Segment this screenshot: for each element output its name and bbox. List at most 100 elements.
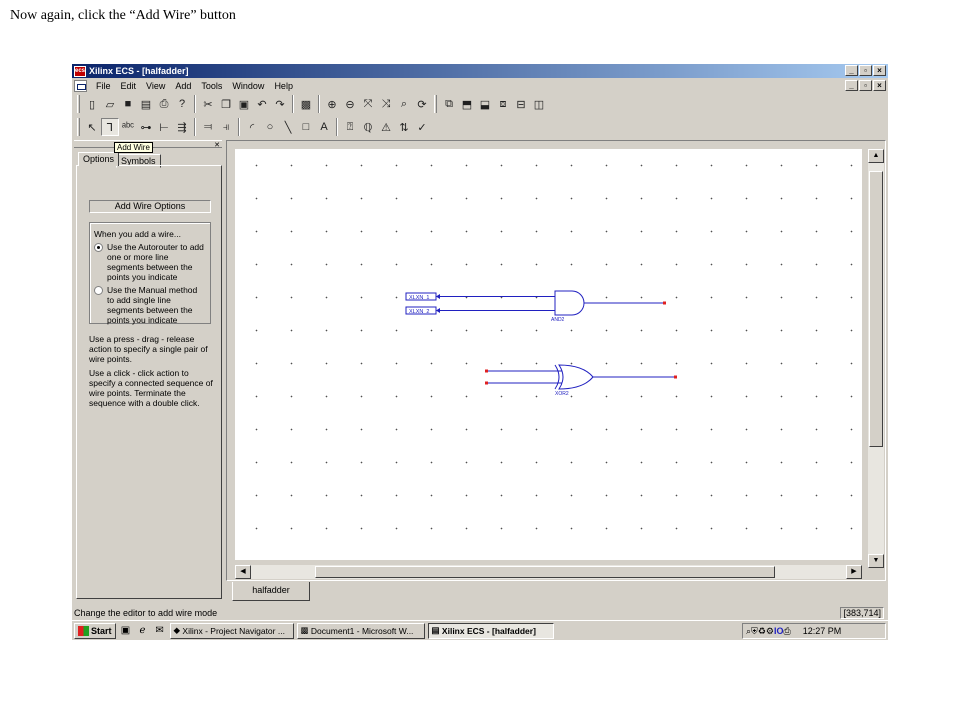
separator xyxy=(318,95,320,113)
draw-arc-icon[interactable]: ◜ xyxy=(243,118,261,136)
and-gate-group[interactable]: XLXN_1 XLXN_2 AND2 xyxy=(405,290,666,323)
save-all-icon[interactable]: ▤ xyxy=(137,95,155,113)
cascade-windows-icon[interactable]: ⧈ xyxy=(494,95,512,113)
minimize-button[interactable]: _ xyxy=(845,65,858,76)
draw-circle-icon[interactable]: ○ xyxy=(261,118,279,136)
new-file-icon[interactable]: ▯ xyxy=(83,95,101,113)
check-rules-icon[interactable]: ⚠ xyxy=(377,118,395,136)
xor-gate-group[interactable]: XOR2 xyxy=(485,364,677,397)
toolbar-grip[interactable] xyxy=(77,95,80,113)
zoom-out-icon[interactable]: ⊖ xyxy=(341,95,359,113)
manual-radio[interactable] xyxy=(94,286,103,295)
taskbar-word-document[interactable]: ▩ Document1 - Microsoft W... xyxy=(296,622,425,639)
schematic-canvas[interactable]: XLXN_1 XLXN_2 AND2 XOR2 xyxy=(235,149,862,560)
add-attribute-icon[interactable]: ⍰ xyxy=(341,118,359,136)
zoom-in-icon[interactable]: ⊕ xyxy=(323,95,341,113)
menu-view[interactable]: View xyxy=(141,81,170,91)
menu-tools[interactable]: Tools xyxy=(196,81,227,91)
vertical-scroll-thumb[interactable] xyxy=(869,171,883,447)
tile-vertical-icon[interactable]: ◫ xyxy=(530,95,548,113)
word-icon: ▩ xyxy=(300,625,311,635)
menu-file[interactable]: File xyxy=(91,81,116,91)
add-bus-tap-icon[interactable]: ⊢ xyxy=(155,118,173,136)
tab-halfadder[interactable]: halfadder xyxy=(232,582,310,601)
context-help-icon[interactable]: ? xyxy=(173,95,191,113)
toolbar-grip[interactable] xyxy=(434,95,437,113)
menu-bar: File Edit View Add Tools Window Help _ ▫… xyxy=(72,78,888,93)
refresh-icon[interactable]: ⟳ xyxy=(413,95,431,113)
doc-close-button[interactable]: × xyxy=(873,80,886,91)
zoom-fit-icon[interactable]: ⤨ xyxy=(377,95,395,113)
tray-recycle-icon[interactable]: ♻ xyxy=(758,626,766,637)
document-system-menu-icon[interactable] xyxy=(74,79,87,92)
draw-line-icon[interactable]: ╲ xyxy=(279,118,297,136)
restore-button[interactable]: ▫ xyxy=(859,65,872,76)
pin-end-marker xyxy=(485,369,488,373)
add-wire-button[interactable]: ⅂ xyxy=(101,118,119,136)
autorouter-radio[interactable] xyxy=(94,243,103,252)
xor-extra-curve xyxy=(554,364,560,390)
hierarchy-icon[interactable]: ⬓ xyxy=(476,95,494,113)
start-button[interactable]: Start xyxy=(74,622,116,639)
push-down-icon[interactable]: ⧉ xyxy=(440,95,458,113)
doc-restore-button[interactable]: ▫ xyxy=(859,80,872,91)
options-tab-body: Add Wire Options When you add a wire... … xyxy=(76,165,222,599)
move-updown-icon[interactable]: ⇅ xyxy=(395,118,413,136)
add-io-marker-icon[interactable]: ⇶ xyxy=(173,118,191,136)
select-arrow-icon[interactable]: ↖ xyxy=(83,118,101,136)
show-desktop-icon[interactable]: ▣ xyxy=(119,624,133,638)
toolbar-grip[interactable] xyxy=(77,118,80,136)
menu-edit[interactable]: Edit xyxy=(116,81,142,91)
manual-label: Use the Manual method to add single line… xyxy=(107,285,198,325)
zoom-full-icon[interactable]: ⤧ xyxy=(359,95,377,113)
close-button[interactable]: × xyxy=(873,65,886,76)
horizontal-scroll-thumb[interactable] xyxy=(315,566,775,578)
tray-network-icon[interactable]: ⚙ xyxy=(766,626,774,637)
add-symbol-icon[interactable]: ⫤ xyxy=(199,118,217,136)
doc-minimize-button[interactable]: _ xyxy=(845,80,858,91)
menu-window[interactable]: Window xyxy=(227,81,269,91)
menu-add[interactable]: Add xyxy=(170,81,196,91)
zoom-selection-icon[interactable]: ⌕ xyxy=(395,95,413,113)
taskbar-project-navigator[interactable]: ◆ Xilinx - Project Navigator ... xyxy=(169,622,294,639)
add-net-name-icon[interactable]: ᵃᵇᶜ xyxy=(119,118,137,136)
menu-help[interactable]: Help xyxy=(269,81,298,91)
separator xyxy=(292,95,294,113)
pop-up-icon[interactable]: ⬒ xyxy=(458,95,476,113)
add-text-icon[interactable]: A xyxy=(315,118,333,136)
scroll-down-icon[interactable]: ▼ xyxy=(868,554,884,568)
horizontal-scrollbar[interactable]: ◀ ▶ xyxy=(235,565,862,579)
tab-options[interactable]: Options xyxy=(78,152,120,166)
scroll-right-icon[interactable]: ▶ xyxy=(846,565,862,579)
tray-io-label[interactable]: IO xyxy=(774,626,784,636)
tile-horizontal-icon[interactable]: ⊟ xyxy=(512,95,530,113)
taskbar-xilinx-ecs[interactable]: ▤ Xilinx ECS - [halfadder] xyxy=(427,622,554,639)
vertical-scrollbar[interactable]: ▲ ▼ xyxy=(868,149,884,568)
internet-explorer-icon[interactable]: ℯ xyxy=(136,624,150,638)
redo-icon[interactable]: ↷ xyxy=(271,95,289,113)
rename-bus-icon[interactable]: ⊶ xyxy=(137,118,155,136)
panel-close-icon[interactable]: ✕ xyxy=(214,141,220,149)
xor-gate-symbol[interactable] xyxy=(558,364,594,390)
scroll-up-icon[interactable]: ▲ xyxy=(868,149,884,163)
save-icon[interactable]: ■ xyxy=(119,95,137,113)
find-icon[interactable]: ▩ xyxy=(297,95,315,113)
tray-shield-icon[interactable]: ⛨ xyxy=(751,626,758,637)
scroll-left-icon[interactable]: ◀ xyxy=(235,565,251,579)
and-gate-symbol[interactable] xyxy=(554,290,585,316)
print-icon[interactable]: ⎙ xyxy=(155,95,173,113)
check-schematic-icon[interactable]: ✓ xyxy=(413,118,431,136)
pin-end-marker xyxy=(663,301,666,305)
cut-icon[interactable]: ✂ xyxy=(199,95,217,113)
undo-icon[interactable]: ↶ xyxy=(253,95,271,113)
tray-printer-icon[interactable]: ⎙ xyxy=(783,626,790,637)
open-folder-icon[interactable]: ▱ xyxy=(101,95,119,113)
outlook-icon[interactable]: ✉ xyxy=(153,624,167,638)
add-instance-icon[interactable]: ⫣ xyxy=(217,118,235,136)
draw-rectangle-icon[interactable]: □ xyxy=(297,118,315,136)
marker-arrow-icon xyxy=(436,294,440,299)
lasso-icon[interactable]: ℚ xyxy=(359,118,377,136)
and-gate-label: AND2 xyxy=(551,317,565,323)
copy-icon[interactable]: ❐ xyxy=(217,95,235,113)
paste-icon[interactable]: ▣ xyxy=(235,95,253,113)
